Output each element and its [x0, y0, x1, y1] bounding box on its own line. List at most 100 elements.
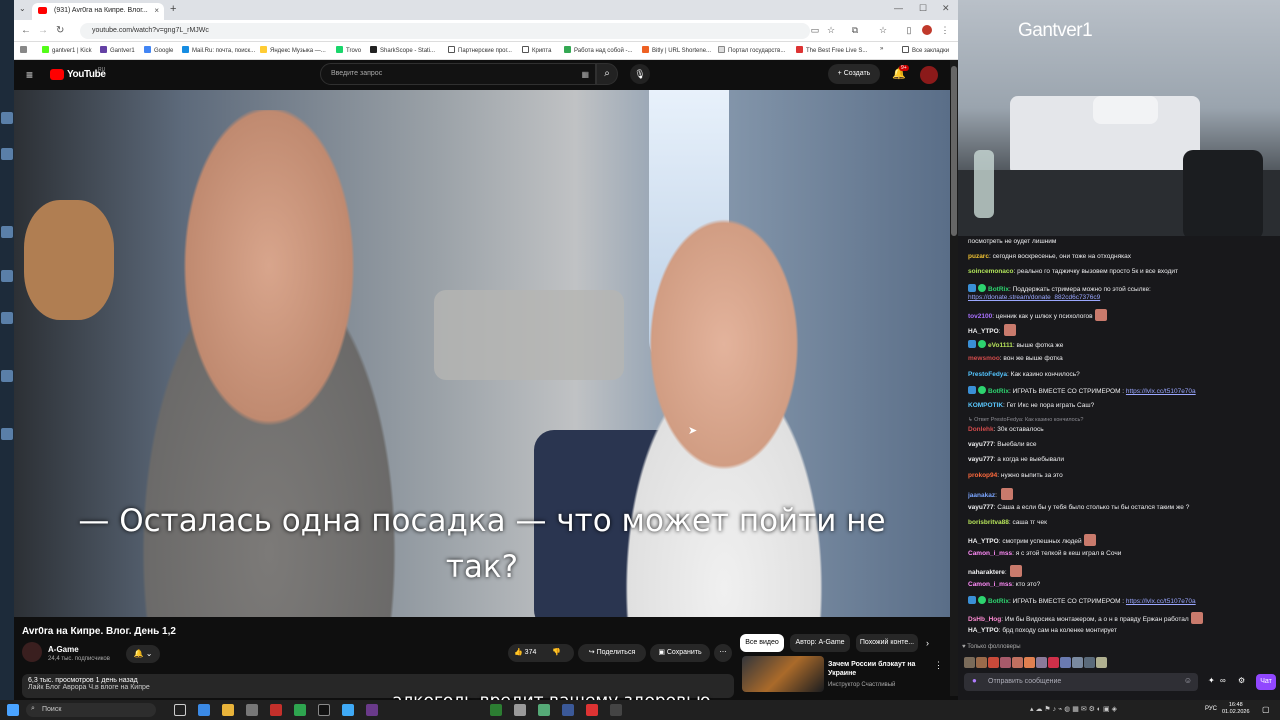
recommended-menu-icon[interactable]: ⋮ [934, 660, 943, 671]
desktop-icon[interactable] [1, 226, 13, 238]
close-window-icon[interactable]: ✕ [942, 3, 950, 14]
bookmark-item[interactable]: Bitly | URL Shortene... [642, 46, 711, 54]
windows-start-icon[interactable] [7, 704, 19, 716]
smiley-icon[interactable]: ☺ [1184, 676, 1192, 685]
notification-center-icon[interactable]: ▢ [1262, 705, 1270, 714]
desktop-icon[interactable] [1, 428, 13, 440]
maximize-icon[interactable]: ☐ [919, 3, 927, 14]
bookmark-item[interactable]: Google [144, 46, 173, 54]
tab-list-icon[interactable]: ⌄ [19, 4, 26, 13]
chat-link[interactable]: https://lvlx.cc/t5107e70a [1126, 598, 1196, 605]
chat-username[interactable]: borisbritva88 [968, 519, 1009, 526]
bookmarks-icon[interactable]: ☆ [878, 25, 888, 35]
search-button[interactable]: ⌕ [596, 63, 618, 85]
chat-username[interactable]: Donlehk [968, 426, 994, 433]
chip-related[interactable]: Похожий конте... [856, 634, 918, 652]
app-icon[interactable] [610, 704, 622, 716]
emote[interactable] [1084, 657, 1095, 668]
chat-username[interactable]: vayu777 [968, 504, 994, 511]
more-bookmarks-icon[interactable]: » [880, 46, 883, 52]
bookmark-folder[interactable]: Крипта [522, 46, 551, 54]
chat-username[interactable]: jaanakaz [968, 492, 995, 499]
chat-link[interactable]: https://lvlx.cc/t5107e70a [1126, 388, 1196, 395]
back-icon[interactable]: ← [21, 25, 31, 36]
chat-username[interactable]: KOMPOTIK [968, 402, 1003, 409]
cast-icon[interactable]: ▭ [810, 25, 820, 35]
emote[interactable] [1000, 657, 1011, 668]
chat-username[interactable]: eVo1111 [988, 342, 1013, 349]
emote[interactable] [1048, 657, 1059, 668]
recommended-author[interactable]: Инструктор Счастливый [828, 682, 895, 688]
minimize-icon[interactable]: — [894, 3, 903, 13]
link-icon[interactable]: ∞ [1220, 676, 1226, 685]
video-player[interactable]: — Осталась одна посадка — что может пойт… [14, 90, 950, 617]
chat-input[interactable]: ● Отправить сообщение ☺ [964, 673, 1198, 691]
desktop-icon[interactable] [1, 270, 13, 282]
menu-dots-icon[interactable]: ⋮ [940, 25, 950, 35]
app-icon[interactable] [246, 704, 258, 716]
chat-username[interactable]: vayu777 [968, 456, 994, 463]
app-icon[interactable] [318, 704, 330, 716]
chat-username[interactable]: prokop94 [968, 472, 997, 479]
more-actions-button[interactable]: ⋯ [714, 644, 732, 662]
sidebar-icon[interactable]: ▯ [904, 25, 914, 35]
channel-name[interactable]: A-Game [48, 645, 79, 654]
bookmark-item[interactable]: Яндекс Музыка —... [260, 46, 326, 54]
desktop-icon[interactable] [1, 112, 13, 124]
system-clock[interactable]: 16:48 01.02.2026 [1222, 702, 1250, 716]
chat-username[interactable]: soincemonaco [968, 268, 1014, 275]
chrome-icon[interactable] [342, 704, 354, 716]
chat-username[interactable]: PrestoFedya [968, 371, 1007, 378]
recommended-title[interactable]: Зачем России блэкаут на Украине [828, 660, 938, 678]
tab-youtube[interactable]: (931) Avr0ra на Кипре. Влог... × [32, 3, 164, 20]
search-input[interactable]: Введите запрос ▦ [320, 63, 596, 85]
chat-username[interactable]: puzarc [968, 253, 989, 260]
bookmark-star-icon[interactable]: ☆ [826, 25, 836, 35]
emote[interactable] [1036, 657, 1047, 668]
apps-icon[interactable] [20, 46, 30, 54]
emote[interactable] [1060, 657, 1071, 668]
close-tab-icon[interactable]: × [154, 6, 159, 15]
url-field[interactable]: youtube.com/watch?v=gng7L_rMJWc [80, 23, 810, 39]
emote[interactable] [988, 657, 999, 668]
voice-search-button[interactable]: 🎙 [630, 64, 650, 84]
app-icon[interactable] [294, 704, 306, 716]
app-icon[interactable] [538, 704, 550, 716]
settings-gear-icon[interactable]: ⚙ [1238, 676, 1245, 685]
bookmark-item[interactable]: Mail.Ru: почта, поиск... [182, 46, 255, 54]
chat-username[interactable]: Camon_i_mss [968, 581, 1012, 588]
emote[interactable] [1024, 657, 1035, 668]
chip-next-arrow-icon[interactable]: › [926, 638, 929, 648]
dislike-button[interactable]: 👎 [552, 644, 561, 662]
new-tab-icon[interactable]: + [170, 3, 176, 15]
chat-text[interactable]: https://donate.stream/donate_882cd6c7376… [968, 294, 1100, 301]
bookmark-item[interactable]: Портал государств... [718, 46, 785, 54]
chip-all-videos[interactable]: Все видео [740, 634, 784, 652]
scrollbar-thumb[interactable] [951, 66, 957, 236]
chat-username[interactable]: vayu777 [968, 441, 994, 448]
emote-picker-icon[interactable]: ● [972, 676, 977, 685]
share-button[interactable]: ↪ Поделиться [578, 644, 646, 662]
recommended-thumbnail[interactable] [742, 656, 824, 692]
youtube-logo-icon[interactable] [50, 69, 64, 80]
chat-username[interactable]: HA_YTPO [968, 328, 999, 335]
emote[interactable] [976, 657, 987, 668]
subscription-bell-button[interactable]: 🔔 ⌄ [126, 645, 160, 663]
bookmark-item[interactable]: The Best Free Live S... [796, 46, 867, 54]
language-indicator[interactable]: РУС [1205, 706, 1217, 712]
chip-by-author[interactable]: Автор: A-Game [790, 634, 850, 652]
save-button[interactable]: ▣ Сохранить [650, 644, 710, 662]
chat-username[interactable]: BotRix [988, 286, 1009, 293]
forward-icon[interactable]: → [38, 25, 48, 36]
chat-username[interactable]: tov2100 [968, 313, 992, 320]
emote[interactable] [1072, 657, 1083, 668]
like-button[interactable]: 👍 374 [514, 649, 536, 656]
reload-icon[interactable]: ↻ [56, 25, 64, 36]
task-view-icon[interactable] [174, 704, 186, 716]
chat-username[interactable]: naharaktere [968, 569, 1005, 576]
keyboard-icon[interactable]: ▦ [581, 70, 589, 79]
bookmark-item[interactable]: Gantver1 [100, 46, 135, 54]
edge-icon[interactable] [198, 704, 210, 716]
chat-username[interactable]: mewsmoo [968, 355, 1000, 362]
chat-send-button[interactable]: Чат [1256, 674, 1276, 690]
